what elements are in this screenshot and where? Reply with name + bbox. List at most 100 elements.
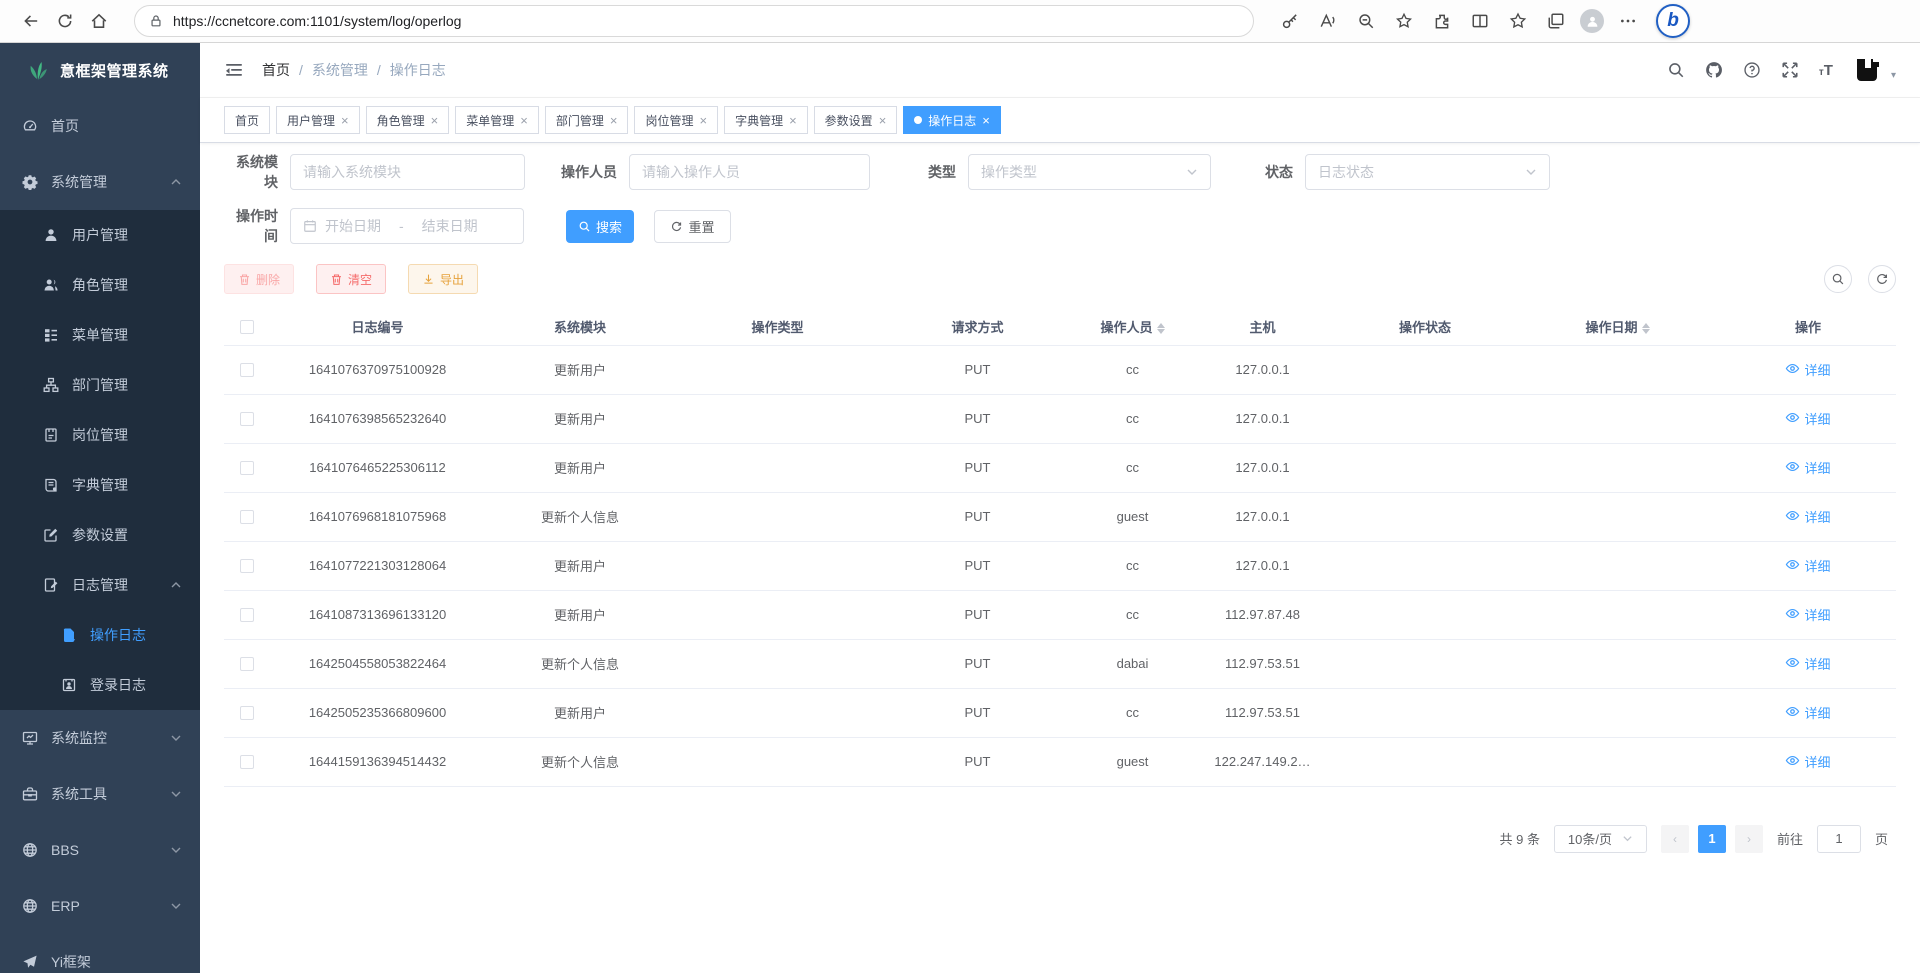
sort-icon[interactable] xyxy=(1157,323,1165,334)
sidebar-item-loginlog[interactable]: 登录日志 xyxy=(0,660,200,710)
delete-button[interactable]: 删除 xyxy=(224,264,294,294)
goto-page-input[interactable] xyxy=(1817,825,1861,853)
address-bar[interactable]: https://ccnetcore.com:1101/system/log/op… xyxy=(134,5,1254,37)
tab-菜单管理[interactable]: 菜单管理× xyxy=(455,106,539,134)
column-header[interactable]: 操作日期 xyxy=(1515,308,1720,345)
operator-input[interactable]: 请输入操作人员 xyxy=(629,154,870,190)
reset-button[interactable]: 重置 xyxy=(654,210,731,243)
page-size-select[interactable]: 10条/页 xyxy=(1554,825,1647,853)
detail-link[interactable]: 详细 xyxy=(1785,654,1830,673)
detail-link[interactable]: 详细 xyxy=(1785,409,1830,428)
column-header[interactable]: 操作人员 xyxy=(1075,308,1190,345)
sidebar-item-operlog[interactable]: 操作日志 xyxy=(0,610,200,660)
favorites-bar-icon[interactable] xyxy=(1504,4,1532,38)
sidebar-item-role[interactable]: 角色管理 xyxy=(0,260,200,310)
module-input[interactable]: 请输入系统模块 xyxy=(290,154,525,190)
search-icon[interactable] xyxy=(1667,61,1685,79)
close-icon[interactable]: × xyxy=(789,114,797,127)
sidebar-item-dept[interactable]: 部门管理 xyxy=(0,360,200,410)
split-screen-icon[interactable] xyxy=(1466,4,1494,38)
tab-操作日志[interactable]: 操作日志× xyxy=(903,106,1001,134)
detail-link[interactable]: 详细 xyxy=(1785,556,1830,575)
tab-用户管理[interactable]: 用户管理× xyxy=(276,106,360,134)
tab-参数设置[interactable]: 参数设置× xyxy=(814,106,898,134)
detail-link[interactable]: 详细 xyxy=(1785,605,1830,624)
add-favorite-icon[interactable] xyxy=(1390,4,1418,38)
row-checkbox[interactable] xyxy=(240,559,254,573)
tab-岗位管理[interactable]: 岗位管理× xyxy=(634,106,718,134)
sidebar-item-log[interactable]: 日志管理 xyxy=(0,560,200,610)
detail-link[interactable]: 详细 xyxy=(1785,752,1830,771)
row-checkbox[interactable] xyxy=(240,412,254,426)
refresh-table-icon[interactable] xyxy=(1868,265,1896,293)
detail-link[interactable]: 详细 xyxy=(1785,507,1830,526)
sort-icon[interactable] xyxy=(1642,323,1650,334)
password-key-icon[interactable] xyxy=(1276,4,1304,38)
zoom-out-icon[interactable] xyxy=(1352,4,1380,38)
row-checkbox[interactable] xyxy=(240,657,254,671)
detail-link[interactable]: 详细 xyxy=(1785,703,1830,722)
font-size-icon[interactable]: тT xyxy=(1819,62,1833,79)
breadcrumb-system[interactable]: 系统管理 xyxy=(312,60,368,80)
sidebar-item-bbs[interactable]: BBS xyxy=(0,822,200,878)
row-checkbox[interactable] xyxy=(240,755,254,769)
close-icon[interactable]: × xyxy=(341,114,349,127)
caret-down-icon[interactable]: ▾ xyxy=(1891,70,1896,85)
sidebar-item-post[interactable]: 岗位管理 xyxy=(0,410,200,460)
detail-link[interactable]: 详细 xyxy=(1785,458,1830,477)
detail-link[interactable]: 详细 xyxy=(1785,360,1830,379)
current-page-button[interactable]: 1 xyxy=(1698,825,1726,853)
next-page-button[interactable]: › xyxy=(1735,825,1763,853)
type-select[interactable]: 操作类型 xyxy=(968,154,1211,190)
more-menu-icon[interactable] xyxy=(1614,4,1642,38)
refresh-icon[interactable] xyxy=(48,4,82,38)
read-aloud-icon[interactable] xyxy=(1314,4,1342,38)
tab-角色管理[interactable]: 角色管理× xyxy=(366,106,450,134)
row-checkbox[interactable] xyxy=(240,706,254,720)
sidebar-item-system[interactable]: 系统管理 xyxy=(0,154,200,210)
app-logo[interactable]: 意框架管理系统 xyxy=(0,43,200,98)
tab-首页[interactable]: 首页 xyxy=(224,106,270,134)
search-button[interactable]: 搜索 xyxy=(566,210,634,243)
close-icon[interactable]: × xyxy=(982,114,990,127)
collections-icon[interactable] xyxy=(1542,4,1570,38)
sidebar-item-user[interactable]: 用户管理 xyxy=(0,210,200,260)
row-checkbox[interactable] xyxy=(240,510,254,524)
github-icon[interactable] xyxy=(1705,61,1723,79)
yi-logo-icon[interactable] xyxy=(1853,55,1883,85)
date-range-input[interactable]: 开始日期 - 结束日期 xyxy=(290,208,524,244)
url-text[interactable]: https://ccnetcore.com:1101/system/log/op… xyxy=(173,13,461,29)
sidebar-item-dict[interactable]: 字典管理 xyxy=(0,460,200,510)
status-select[interactable]: 日志状态 xyxy=(1305,154,1550,190)
clear-button[interactable]: 清空 xyxy=(316,264,386,294)
bing-discover-icon[interactable]: b xyxy=(1656,4,1690,38)
sidebar-item-erp[interactable]: ERP xyxy=(0,878,200,934)
close-icon[interactable]: × xyxy=(431,114,439,127)
back-icon[interactable] xyxy=(14,4,48,38)
sidebar-item-config[interactable]: 参数设置 xyxy=(0,510,200,560)
close-icon[interactable]: × xyxy=(610,114,618,127)
select-all-checkbox[interactable] xyxy=(240,320,254,334)
show-search-toggle-icon[interactable] xyxy=(1824,265,1852,293)
sidebar-toggle-icon[interactable] xyxy=(224,60,244,80)
close-icon[interactable]: × xyxy=(699,114,707,127)
home-icon[interactable] xyxy=(82,4,116,38)
row-checkbox[interactable] xyxy=(240,608,254,622)
tab-字典管理[interactable]: 字典管理× xyxy=(724,106,808,134)
help-icon[interactable] xyxy=(1743,61,1761,79)
profile-avatar[interactable] xyxy=(1580,9,1604,33)
row-checkbox[interactable] xyxy=(240,461,254,475)
export-button[interactable]: 导出 xyxy=(408,264,478,294)
tab-部门管理[interactable]: 部门管理× xyxy=(545,106,629,134)
sidebar-item-yiframe[interactable]: Yi框架 xyxy=(0,934,200,973)
prev-page-button[interactable]: ‹ xyxy=(1661,825,1689,853)
fullscreen-icon[interactable] xyxy=(1781,61,1799,79)
breadcrumb-home[interactable]: 首页 xyxy=(262,60,290,80)
extensions-icon[interactable] xyxy=(1428,4,1456,38)
sidebar-item-monitor[interactable]: 系统监控 xyxy=(0,710,200,766)
close-icon[interactable]: × xyxy=(520,114,528,127)
sidebar-item-home[interactable]: 首页 xyxy=(0,98,200,154)
close-icon[interactable]: × xyxy=(879,114,887,127)
sidebar-item-menu[interactable]: 菜单管理 xyxy=(0,310,200,360)
sidebar-item-tool[interactable]: 系统工具 xyxy=(0,766,200,822)
